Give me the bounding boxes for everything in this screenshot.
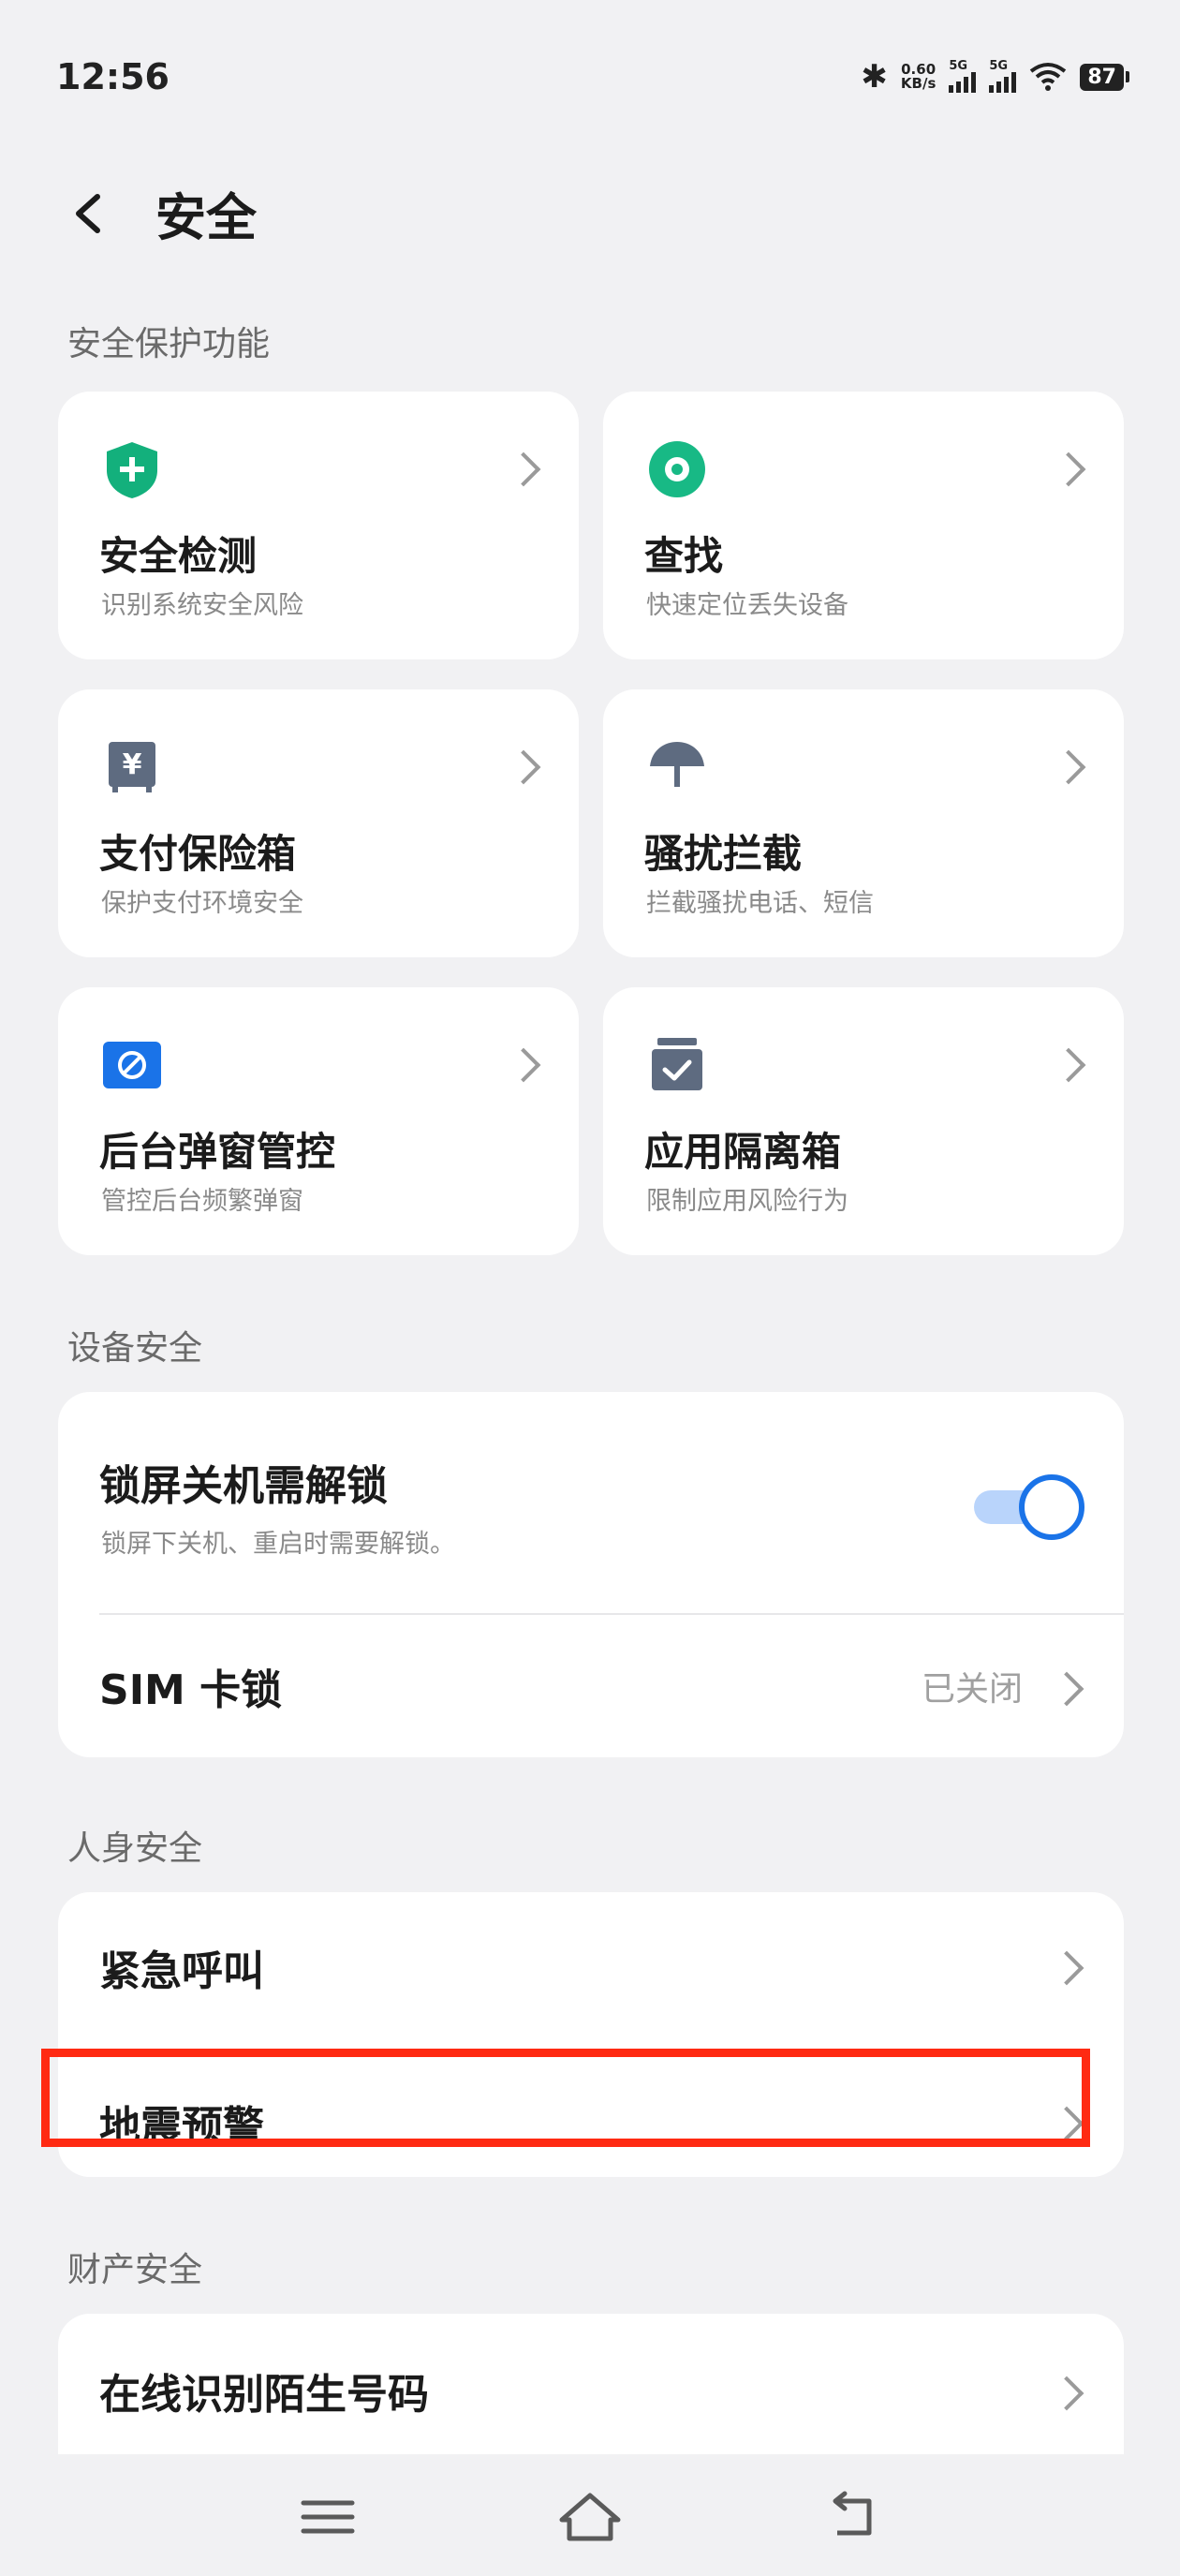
lock-power-toggle[interactable] (974, 1474, 1084, 1540)
signal-sim2-icon: 5G (989, 59, 1017, 93)
stranger-number-row[interactable]: 在线识别陌生号码 (58, 2314, 1124, 2454)
chevron-right-icon (1049, 1671, 1084, 1707)
shield-plus-icon (107, 442, 157, 498)
tile-find-device[interactable]: 查找 快速定位丢失设备 (603, 392, 1124, 659)
locate-disc-icon (649, 441, 705, 497)
sim1-label: 5G (949, 59, 968, 73)
tile-title: 后台弹窗管控 (99, 1129, 336, 1175)
tile-title: 骚扰拦截 (644, 831, 803, 877)
chevron-right-icon (506, 452, 541, 487)
back-nav-icon[interactable] (817, 2484, 892, 2550)
tile-subtitle: 识别系统安全风险 (101, 591, 303, 620)
tile-title: 查找 (644, 533, 724, 579)
section-label-protection: 安全保护功能 (67, 325, 271, 363)
page-title: 安全 (155, 188, 257, 247)
status-icons: ✱ 0.60 KB/s 5G 5G 87 (861, 58, 1129, 96)
stranger-number-title: 在线识别陌生号码 (99, 2371, 429, 2419)
chevron-right-icon (506, 1047, 541, 1083)
section-label-property: 财产安全 (67, 2251, 203, 2289)
tile-title: 应用隔离箱 (644, 1129, 842, 1175)
device-security-card: 锁屏关机需解锁 锁屏下关机、重启时需要解锁。 SIM 卡锁 已关闭 (58, 1392, 1124, 1757)
chevron-right-icon (1051, 452, 1086, 487)
page-header: 安全 (0, 159, 1180, 272)
lock-power-subtitle: 锁屏下关机、重启时需要解锁。 (101, 1530, 455, 1559)
tile-subtitle: 快速定位丢失设备 (646, 591, 848, 620)
chevron-right-icon (1049, 1950, 1084, 1986)
sim-lock-row[interactable]: SIM 卡锁 已关闭 (58, 1615, 1124, 1757)
tile-title: 支付保险箱 (99, 831, 297, 877)
tile-subtitle: 拦截骚扰电话、短信 (646, 889, 874, 918)
system-navigation-bar (0, 2454, 1180, 2576)
section-label-personal: 人身安全 (67, 1829, 203, 1868)
emergency-call-row[interactable]: 紧急呼叫 (58, 1892, 1124, 2033)
sim-lock-status: 已关闭 (922, 1670, 1024, 1709)
chevron-right-icon (1051, 1047, 1086, 1083)
tile-popup-control[interactable]: 后台弹窗管控 管控后台频繁弹窗 (58, 987, 579, 1255)
tile-harassment-block[interactable]: 骚扰拦截 拦截骚扰电话、短信 (603, 689, 1124, 957)
chevron-right-icon (506, 749, 541, 785)
chevron-right-icon (1051, 749, 1086, 785)
signal-sim1-icon: 5G (949, 59, 977, 93)
wifi-icon (1030, 63, 1067, 91)
status-time: 12:56 (56, 56, 170, 97)
sim-lock-title: SIM 卡锁 (99, 1666, 283, 1714)
highlight-box (41, 2049, 1090, 2147)
tile-subtitle: 保护支付环境安全 (101, 889, 303, 918)
tile-app-isolation[interactable]: 应用隔离箱 限制应用风险行为 (603, 987, 1124, 1255)
lock-power-row[interactable]: 锁屏关机需解锁 锁屏下关机、重启时需要解锁。 (58, 1392, 1124, 1613)
net-speed-unit: KB/s (900, 75, 937, 92)
tile-security-scan[interactable]: 安全检测 识别系统安全风险 (58, 392, 579, 659)
emergency-call-title: 紧急呼叫 (99, 1947, 264, 1995)
chevron-right-icon (1049, 2376, 1084, 2411)
sim2-label: 5G (989, 59, 1009, 73)
umbrella-icon (650, 742, 704, 787)
tile-subtitle: 管控后台频繁弹窗 (101, 1187, 303, 1216)
home-icon[interactable] (553, 2484, 627, 2550)
lock-power-title: 锁屏关机需解锁 (99, 1462, 388, 1510)
svg-text:¥: ¥ (123, 748, 142, 781)
menu-icon[interactable] (290, 2484, 365, 2550)
section-label-device: 设备安全 (67, 1329, 203, 1368)
battery-indicator: 87 (1080, 63, 1129, 91)
status-bar: 12:56 ✱ 0.60 KB/s 5G 5G 87 (0, 0, 1180, 159)
tile-title: 安全检测 (99, 533, 258, 579)
tile-payment-safe[interactable]: ¥ 支付保险箱 保护支付环境安全 (58, 689, 579, 957)
back-arrow-icon[interactable] (62, 176, 118, 251)
tile-subtitle: 限制应用风险行为 (646, 1187, 848, 1216)
isolation-box-icon (652, 1038, 702, 1090)
payment-safe-icon: ¥ (109, 742, 155, 792)
popup-block-icon (103, 1042, 161, 1088)
bluetooth-icon: ✱ (861, 58, 888, 96)
network-speed: 0.60 KB/s (901, 63, 936, 91)
